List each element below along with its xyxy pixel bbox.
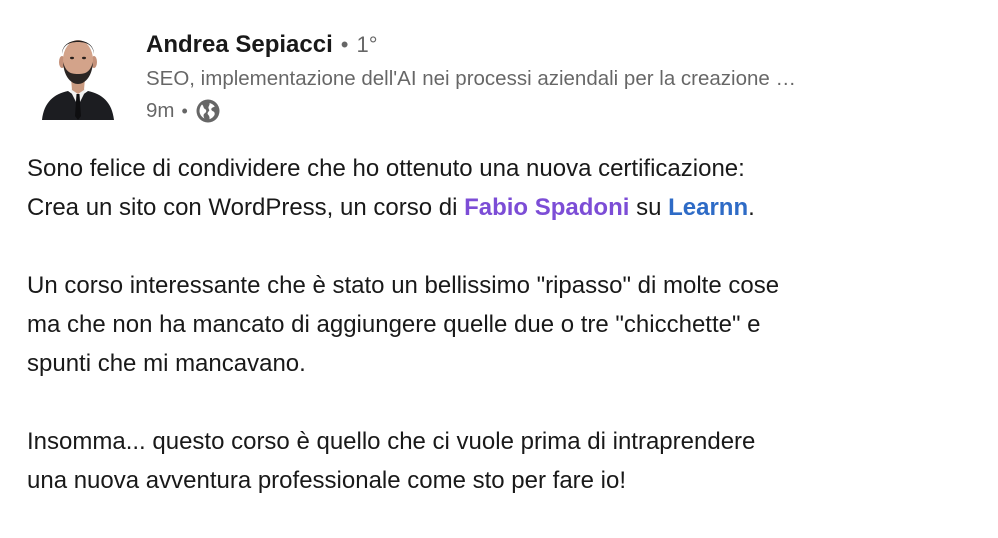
author-meta: Andrea Sepiacci • 1° SEO, implementazion…	[146, 28, 976, 126]
post-paragraph-3: Insomma... questo corso è quello che ci …	[27, 422, 972, 500]
post-text-line: Un corso interessante che è stato un bel…	[27, 272, 780, 299]
post-time-line: 9m •	[146, 96, 976, 126]
name-separator: •	[340, 32, 349, 57]
globe-icon	[195, 98, 221, 124]
post-paragraph-1: Sono felice di condividere che ho ottenu…	[27, 149, 972, 227]
post-paragraph-2: Un corso interessante che è stato un bel…	[27, 266, 972, 383]
post-text-line: spunti che mi mancavano.	[27, 350, 306, 377]
post-text-line: una nuova avventura professionale come s…	[27, 467, 627, 494]
feed-post: Andrea Sepiacci • 1° SEO, implementazion…	[0, 0, 998, 538]
post-header: Andrea Sepiacci • 1° SEO, implementazion…	[38, 26, 978, 126]
post-text-fragment: su	[629, 194, 669, 221]
post-text-fragment: .	[748, 194, 755, 221]
author-name[interactable]: Andrea Sepiacci	[146, 31, 333, 59]
post-timestamp: 9m	[146, 99, 175, 122]
company-link[interactable]: Learnn	[668, 194, 748, 221]
post-text-fragment: Crea un sito con WordPress, un corso di	[27, 194, 465, 221]
post-body: Sono felice di condividere che ho ottenu…	[27, 149, 972, 500]
post-text-line: Insomma... questo corso è quello che ci …	[27, 428, 756, 455]
author-headline[interactable]: SEO, implementazione dell'AI nei process…	[146, 64, 976, 94]
time-separator: •	[181, 100, 188, 121]
connection-degree: 1°	[356, 32, 378, 57]
post-text-line: ma che non ha mancato di aggiungere quel…	[27, 311, 761, 338]
mention-link[interactable]: Fabio Spadoni	[464, 194, 629, 221]
author-name-line: Andrea Sepiacci • 1°	[146, 28, 976, 62]
post-text-line: Sono felice di condividere che ho ottenu…	[27, 155, 745, 182]
author-avatar[interactable]	[38, 26, 118, 120]
